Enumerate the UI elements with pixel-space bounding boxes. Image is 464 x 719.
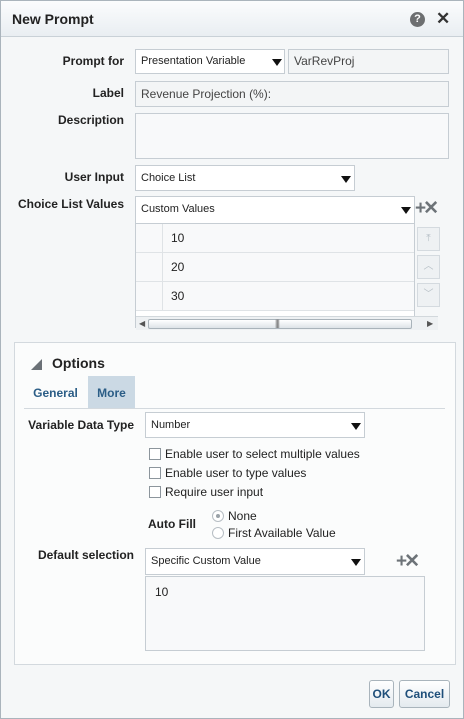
- add-remove-icon[interactable]: +✕: [396, 550, 420, 573]
- tab-divider: [24, 408, 445, 409]
- prompt-for-variable-input[interactable]: VarRevProj: [288, 49, 449, 74]
- auto-fill-first-label: First Available Value: [228, 526, 336, 540]
- collapse-triangle-icon[interactable]: [31, 359, 42, 370]
- type-values-checkbox[interactable]: [149, 467, 161, 479]
- prompt-for-type-select[interactable]: Presentation Variable: [135, 49, 285, 74]
- dialog-titlebar: New Prompt ? ✕: [1, 1, 463, 37]
- scroll-left-icon[interactable]: ◀: [139, 319, 145, 328]
- scroll-right-icon[interactable]: ▶: [427, 319, 433, 328]
- horizontal-scrollbar[interactable]: ◀ ||| ▶: [136, 316, 438, 330]
- auto-fill-none-label: None: [228, 509, 257, 523]
- row-header-cell: [136, 253, 163, 281]
- default-custom-value[interactable]: 10: [155, 585, 168, 599]
- options-header[interactable]: Options: [52, 355, 105, 371]
- auto-fill-none-radio[interactable]: [212, 510, 224, 522]
- ok-button[interactable]: OK: [369, 680, 394, 708]
- default-selection-label: Default selection: [37, 548, 134, 562]
- choice-value[interactable]: 30: [171, 289, 184, 303]
- auto-fill-first-radio[interactable]: [212, 527, 224, 539]
- auto-fill-label: Auto Fill: [148, 517, 196, 531]
- choice-list-row[interactable]: 10: [136, 224, 414, 253]
- choice-list-row[interactable]: 20: [136, 253, 414, 282]
- choice-list-row[interactable]: 30: [136, 282, 414, 311]
- chevron-down-icon: [272, 59, 282, 66]
- cancel-button[interactable]: Cancel: [399, 680, 450, 708]
- tab-more[interactable]: More: [88, 376, 135, 408]
- row-header-cell: [136, 224, 163, 252]
- move-up-icon[interactable]: ︿: [417, 255, 440, 279]
- choice-list-mode-value: Custom Values: [141, 203, 215, 215]
- help-icon[interactable]: ?: [410, 12, 425, 27]
- user-input-select[interactable]: Choice List: [135, 165, 355, 191]
- variable-data-type-select[interactable]: Number: [145, 412, 365, 438]
- description-textarea[interactable]: [135, 113, 449, 159]
- chevron-down-icon: [351, 423, 361, 430]
- default-custom-values-box[interactable]: 10: [145, 576, 425, 651]
- choice-list-grid: Custom Values 10 20 30: [135, 196, 415, 328]
- multiple-values-label: Enable user to select multiple values: [165, 447, 360, 461]
- move-top-icon[interactable]: ⤒: [417, 227, 440, 251]
- choice-value[interactable]: 20: [171, 260, 184, 274]
- user-input-label: User Input: [64, 170, 124, 184]
- description-label: Description: [57, 113, 124, 127]
- variable-data-type-value: Number: [151, 419, 191, 431]
- prompt-for-type-value: Presentation Variable: [141, 55, 246, 67]
- move-down-icon[interactable]: ﹀: [417, 283, 440, 307]
- default-selection-select[interactable]: Specific Custom Value: [145, 548, 365, 575]
- multiple-values-checkbox[interactable]: [149, 448, 161, 460]
- default-selection-value: Specific Custom Value: [151, 555, 261, 567]
- require-input-checkbox[interactable]: [149, 486, 161, 498]
- row-header-cell: [136, 282, 163, 310]
- type-values-label: Enable user to type values: [165, 466, 307, 480]
- chevron-down-icon: [401, 207, 411, 214]
- close-icon[interactable]: ✕: [436, 9, 450, 29]
- user-input-value: Choice List: [141, 172, 196, 184]
- choice-list-label: Choice List Values: [17, 197, 124, 211]
- grip-icon: |||: [275, 318, 280, 328]
- prompt-for-label: Prompt for: [62, 54, 124, 68]
- new-prompt-dialog: New Prompt ? ✕ Prompt for Presentation V…: [0, 0, 464, 719]
- tab-general[interactable]: General: [24, 376, 87, 408]
- choice-list-mode-select[interactable]: Custom Values: [136, 197, 414, 224]
- chevron-down-icon: [351, 559, 361, 566]
- dialog-title: New Prompt: [12, 11, 94, 27]
- scrollbar-thumb[interactable]: |||: [148, 318, 412, 329]
- chevron-down-icon: [341, 176, 351, 183]
- add-remove-icon[interactable]: +✕: [415, 197, 439, 220]
- label-field-label: Label: [92, 86, 124, 100]
- variable-data-type-label: Variable Data Type: [28, 418, 134, 432]
- label-input[interactable]: Revenue Projection (%):: [135, 81, 449, 107]
- choice-value[interactable]: 10: [171, 231, 184, 245]
- require-input-label: Require user input: [165, 485, 264, 499]
